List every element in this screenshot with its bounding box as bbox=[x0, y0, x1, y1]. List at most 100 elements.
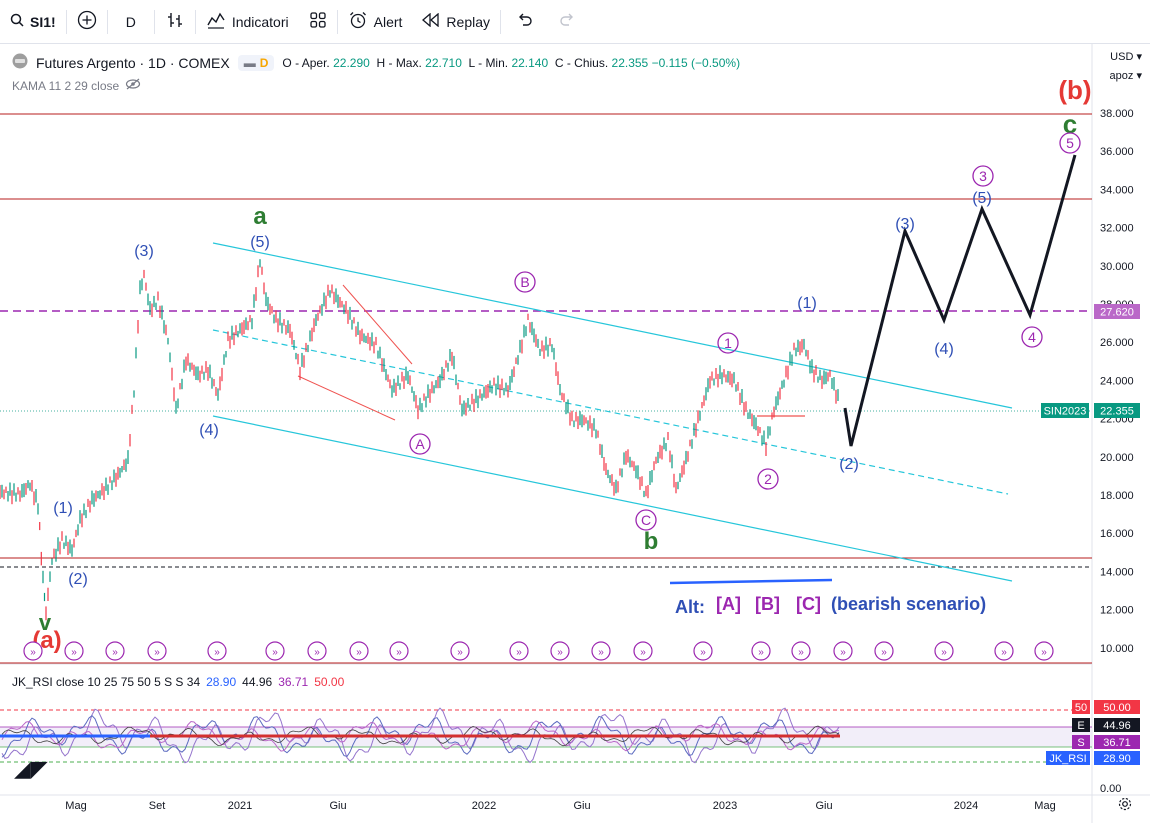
rsi-value-2: 44.96 bbox=[242, 675, 273, 689]
close-label: C - Chius. bbox=[554, 55, 609, 70]
rsi-value-3: 36.71 bbox=[278, 675, 309, 689]
currency-label: USD bbox=[1110, 51, 1134, 63]
alt-scenario-line[interactable] bbox=[669, 578, 833, 585]
time-tick-label: 2022 bbox=[472, 800, 496, 812]
circle-5-label: 5 bbox=[1066, 135, 1074, 151]
wave-label-p3-2020: (3) bbox=[134, 243, 154, 260]
open-value: 22.290 bbox=[333, 55, 370, 70]
event-marker-glyph: » bbox=[112, 647, 118, 658]
event-markers: » » » » » » » » » » » » » » » » » » » » » » bbox=[23, 641, 1054, 661]
rsi-value-1: 28.90 bbox=[206, 675, 237, 689]
time-tick-label: Mag bbox=[1034, 800, 1055, 812]
wave-label-b: b bbox=[644, 528, 659, 555]
circle-1-label: 1 bbox=[724, 335, 732, 351]
rsi-badge-value-text: 36.71 bbox=[1103, 737, 1131, 749]
price-chart[interactable]: (b) c a b v (a) 5 3 4 1 2 A B C (3) (5) … bbox=[0, 0, 1150, 823]
event-marker-glyph: » bbox=[214, 647, 220, 658]
ohlc-values: O - Aper. 22.290 H - Max. 22.710 L - Min… bbox=[282, 56, 740, 70]
price-tick-label: 16.000 bbox=[1100, 528, 1134, 540]
time-tick-label: Giu bbox=[329, 800, 346, 812]
event-marker-glyph: » bbox=[272, 647, 278, 658]
event-marker-glyph: » bbox=[457, 647, 463, 658]
wave-label-p2-2023: (2) bbox=[839, 456, 859, 473]
event-marker-glyph: » bbox=[314, 647, 320, 658]
circle-2-label: 2 bbox=[764, 471, 772, 487]
chart-title[interactable]: Futures Argento · 1D · COMEX bbox=[36, 55, 230, 71]
event-marker-glyph: » bbox=[700, 647, 706, 658]
circle-4-label: 4 bbox=[1028, 329, 1036, 345]
time-tick-label: 2023 bbox=[713, 800, 737, 812]
channel-upper-line[interactable] bbox=[212, 242, 1013, 409]
event-marker-glyph: » bbox=[30, 647, 36, 658]
high-label: H - Max. bbox=[376, 55, 422, 70]
alt-c-label: [C] bbox=[796, 594, 821, 614]
price-axis[interactable]: 38.00036.00034.00032.00030.00028.00026.0… bbox=[1100, 108, 1134, 655]
scale-mode-selector[interactable]: apoz ▾ bbox=[1110, 69, 1142, 82]
wave-label-p5-2020: (5) bbox=[250, 234, 270, 251]
time-tick-label: Giu bbox=[815, 800, 832, 812]
price-tick-label: 14.000 bbox=[1100, 566, 1134, 578]
rsi-badge-tag-text: 50 bbox=[1075, 702, 1087, 714]
close-value: 22.355 bbox=[611, 55, 649, 70]
time-axis[interactable]: Mag Set 2021 Giu 2022 Giu 2023 Giu 2024 Mag bbox=[65, 800, 1055, 812]
rsi-legend[interactable]: JK_RSI close 10 25 75 50 5 S S 34 28.90 … bbox=[12, 675, 344, 689]
rsi-axis-zero: 0.00 bbox=[1100, 783, 1121, 795]
event-marker-glyph: » bbox=[356, 647, 362, 658]
market-status-pill[interactable]: ▬ D bbox=[237, 54, 275, 71]
last-price-badge-text: 22.355 bbox=[1100, 406, 1134, 418]
price-tick-label: 32.000 bbox=[1100, 223, 1134, 235]
tradingview-app: SI1! D Indicatori Alert Replay (b) c a b… bbox=[0, 0, 1150, 823]
channel-mid-line[interactable] bbox=[212, 329, 1009, 495]
alt-a-label: [A] bbox=[716, 594, 741, 614]
level-price-badge-text: 27.620 bbox=[1100, 307, 1134, 319]
price-tick-label: 30.000 bbox=[1100, 261, 1134, 273]
circle-3-label: 3 bbox=[979, 168, 987, 184]
event-marker-glyph: » bbox=[881, 647, 887, 658]
rsi-badge-tag-text: JK_RSI bbox=[1049, 753, 1086, 765]
event-marker-glyph: » bbox=[1001, 647, 1007, 658]
wave-label-p5-proj: (5) bbox=[972, 190, 992, 207]
circle-C-label: C bbox=[641, 512, 651, 528]
event-marker-glyph: » bbox=[640, 647, 646, 658]
price-tick-label: 20.000 bbox=[1100, 452, 1134, 464]
pill-dash: ▬ bbox=[243, 55, 256, 70]
wave-label-a: a bbox=[253, 203, 267, 230]
wave-label-p4-2020: (4) bbox=[199, 422, 219, 439]
wave-label-p4-proj: (4) bbox=[934, 341, 954, 358]
time-tick-label: Giu bbox=[573, 800, 590, 812]
price-tick-label: 18.000 bbox=[1100, 490, 1134, 502]
rsi-badge-value-text: 50.00 bbox=[1103, 702, 1131, 714]
rsi-badge-tag-text: S bbox=[1077, 737, 1084, 749]
rsi-value-4: 50.00 bbox=[314, 675, 345, 689]
pill-letter: D bbox=[259, 55, 269, 70]
gear-icon bbox=[1118, 797, 1132, 814]
eye-off-icon[interactable] bbox=[125, 78, 141, 93]
event-marker-glyph: » bbox=[941, 647, 947, 658]
alt-b-label: [B] bbox=[755, 594, 780, 614]
price-tick-label: 26.000 bbox=[1100, 337, 1134, 349]
price-tick-label: 12.000 bbox=[1100, 605, 1134, 617]
sin-symbol-badge-text: SIN2023 bbox=[1044, 406, 1087, 418]
settings-gear-button[interactable] bbox=[1118, 797, 1132, 814]
high-value: 22.710 bbox=[425, 55, 462, 70]
currency-selector[interactable]: USD ▾ bbox=[1110, 50, 1142, 63]
time-tick-label: 2021 bbox=[228, 800, 252, 812]
kama-legend[interactable]: KAMA 11 2 29 close bbox=[12, 78, 141, 93]
channel-lower-line[interactable] bbox=[212, 415, 1013, 582]
price-tick-label: 24.000 bbox=[1100, 375, 1134, 387]
kama-label: KAMA 11 2 29 close bbox=[12, 78, 120, 93]
rsi-badge-value-text: 44.96 bbox=[1103, 720, 1131, 732]
event-marker-glyph: » bbox=[840, 647, 846, 658]
wedge-lower-line[interactable] bbox=[297, 375, 396, 421]
symbol-logo-icon bbox=[12, 53, 28, 72]
wave-label-p1-2023: (1) bbox=[797, 295, 817, 312]
alt-label: Alt: bbox=[675, 597, 705, 617]
price-axis-header[interactable]: USD ▾ apoz ▾ bbox=[1110, 50, 1142, 82]
alt-note-label: (bearish scenario) bbox=[831, 594, 986, 614]
wave-label-p1-2020: (1) bbox=[53, 500, 73, 517]
event-marker-glyph: » bbox=[516, 647, 522, 658]
event-marker-glyph: » bbox=[1041, 647, 1047, 658]
circle-A-label: A bbox=[415, 436, 425, 452]
price-tick-label: 34.000 bbox=[1100, 184, 1134, 196]
rsi-badge-tag-text: E bbox=[1077, 720, 1084, 732]
